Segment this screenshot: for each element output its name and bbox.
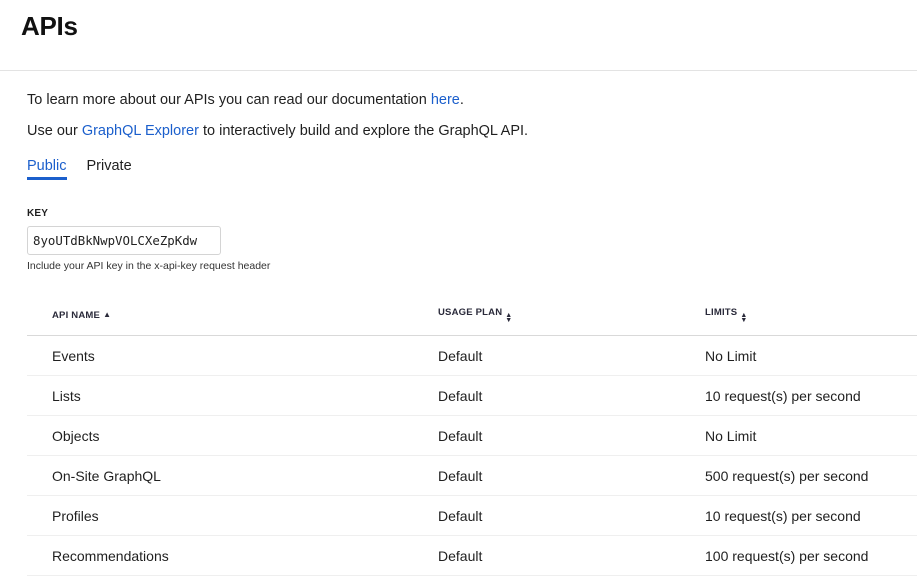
table-row: Recommendations Default 100 request(s) p… (27, 535, 917, 576)
api-key-field[interactable]: 8yoUTdBkNwpVOLCXeZpKdw (27, 226, 221, 255)
usage-plan-cell: Default (438, 415, 705, 456)
page-title: APIs (21, 11, 78, 41)
column-header-label: LIMITS (705, 307, 738, 318)
table-header-row: API NAME ▲ USAGE PLAN ▲ ▼ LIMITS ▲ ▼ (27, 295, 917, 336)
key-type-tabs: Public Private (27, 158, 132, 180)
column-header-label: API NAME (52, 309, 101, 321)
page-header: APIs (0, 0, 917, 71)
usage-plan-cell: Default (438, 495, 705, 536)
table-row: Lists Default 10 request(s) per second (27, 375, 917, 416)
caret-up-down-icon: ▲ ▼ (505, 312, 513, 324)
tab-public[interactable]: Public (27, 158, 67, 180)
limit-cell: 10 request(s) per second (705, 495, 917, 536)
documentation-intro-text: To learn more about our APIs you can rea… (27, 92, 431, 108)
limit-cell: 100 request(s) per second (705, 535, 917, 576)
key-label: KEY (27, 208, 49, 219)
column-header-limits[interactable]: LIMITS ▲ ▼ (705, 295, 917, 336)
api-key-hint: Include your API key in the x-api-key re… (27, 260, 271, 272)
graphql-explorer-link[interactable]: GraphQL Explorer (82, 123, 199, 139)
usage-plan-cell: Default (438, 335, 705, 376)
tab-private[interactable]: Private (87, 158, 132, 180)
api-name-cell: Profiles (27, 495, 438, 536)
documentation-link[interactable]: here (431, 92, 460, 108)
limit-cell: 10 request(s) per second (705, 375, 917, 416)
caret-up-icon: ▲ (103, 309, 112, 319)
table-row: Profiles Default 10 request(s) per secon… (27, 495, 917, 536)
column-header-api-name[interactable]: API NAME ▲ (27, 295, 438, 336)
graphql-intro-text: Use our (27, 123, 82, 139)
documentation-intro: To learn more about our APIs you can rea… (27, 92, 464, 108)
api-table: API NAME ▲ USAGE PLAN ▲ ▼ LIMITS ▲ ▼ Events D… (27, 295, 917, 576)
table-row: Events Default No Limit (27, 335, 917, 376)
limit-cell: 500 request(s) per second (705, 455, 917, 496)
api-name-cell: On-Site GraphQL (27, 455, 438, 496)
graphql-explorer-intro: Use our GraphQL Explorer to interactivel… (27, 123, 528, 139)
table-row: On-Site GraphQL Default 500 request(s) p… (27, 455, 917, 496)
usage-plan-cell: Default (438, 375, 705, 416)
documentation-intro-suffix: . (459, 92, 464, 108)
api-name-cell: Recommendations (27, 535, 438, 576)
column-header-usage-plan[interactable]: USAGE PLAN ▲ ▼ (438, 295, 705, 336)
caret-up-down-icon: ▲ ▼ (740, 312, 748, 324)
limit-cell: No Limit (705, 415, 917, 456)
graphql-intro-suffix: to interactively build and explore the G… (198, 123, 529, 139)
usage-plan-cell: Default (438, 535, 705, 576)
api-name-cell: Events (27, 335, 438, 376)
column-header-label: USAGE PLAN (438, 307, 503, 318)
limit-cell: No Limit (705, 335, 917, 376)
table-row: Objects Default No Limit (27, 415, 917, 456)
api-name-cell: Objects (27, 415, 438, 456)
usage-plan-cell: Default (438, 455, 705, 496)
api-name-cell: Lists (27, 375, 438, 416)
